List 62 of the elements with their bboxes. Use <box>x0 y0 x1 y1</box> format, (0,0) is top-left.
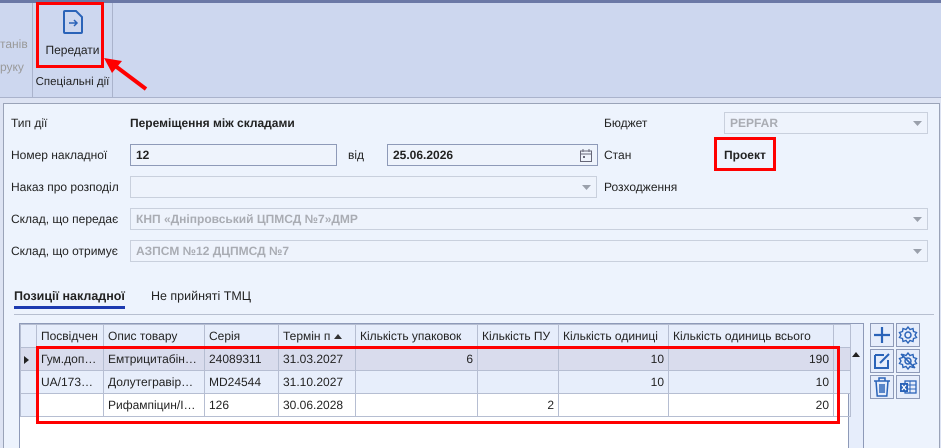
field-label: Склад, що передає <box>11 211 120 228</box>
tab[interactable]: Не прийняті ТМЦ <box>150 283 252 309</box>
date-label: від <box>348 147 366 164</box>
delete-button[interactable] <box>870 375 894 399</box>
row-indicator-icon <box>24 356 29 364</box>
edit-button[interactable] <box>870 349 894 373</box>
invoice-number-field[interactable]: 12 <box>130 144 337 166</box>
status-value: Проект <box>724 147 766 164</box>
date-field[interactable]: 25.06.2026 <box>387 144 598 166</box>
group-label: Спеціальні дії <box>36 74 110 90</box>
settings-icon <box>898 325 918 345</box>
field-label: Розходження <box>604 179 678 196</box>
table-cell: 10 <box>558 348 668 370</box>
table-cell: MD24544 <box>204 370 278 394</box>
table-cell: Рифампіцин/І… <box>104 394 204 416</box>
table-cell: 31.10.2027 <box>278 370 356 394</box>
settings-button[interactable] <box>896 323 920 347</box>
scrollbar[interactable] <box>849 323 864 448</box>
field-label: Стан <box>604 147 632 164</box>
add-icon <box>872 325 892 345</box>
field-label: Тип дії <box>11 115 48 132</box>
document-arrow-icon <box>62 9 84 35</box>
table-cell: Емтрицитабін… <box>104 348 204 370</box>
table-cell: Долутегравір… <box>104 370 204 394</box>
column-header[interactable]: Серія <box>204 324 278 348</box>
highlight-frame <box>714 137 776 171</box>
settings-off-button[interactable] <box>896 349 920 373</box>
field-label: Бюджет <box>604 115 648 132</box>
column-header[interactable]: Кількість упаковок <box>356 324 478 348</box>
column-header[interactable]: Посвідчен <box>36 324 104 348</box>
column-header[interactable]: Кількість одиниці <box>558 324 668 348</box>
table-cell: UA/173… <box>36 370 104 394</box>
column-header[interactable]: Опис товару <box>104 324 204 348</box>
table-cell: 126 <box>204 394 278 416</box>
table-cell: 10 <box>558 370 668 394</box>
scroll-up-arrow-icon[interactable] <box>852 352 860 357</box>
spreadsheet-button[interactable] <box>896 375 920 399</box>
ribbon-label: руку <box>0 59 25 76</box>
transfer-button[interactable]: Передати <box>44 3 102 59</box>
table-cell: 190 <box>668 348 834 370</box>
field-label: Номер накладної <box>11 147 108 164</box>
edit-icon <box>872 351 892 371</box>
field-label: Наказ про розподіл <box>11 179 120 196</box>
delete-icon <box>872 377 892 397</box>
operation-type-value: Переміщення між складами <box>130 115 295 132</box>
table-cell: 30.06.2028 <box>278 394 356 416</box>
table-cell: 24089311 <box>204 348 278 370</box>
tab[interactable]: Позиції накладної <box>14 283 125 309</box>
table-cell: 6 <box>356 348 478 370</box>
column-header[interactable]: Кількість ПУ <box>478 324 558 348</box>
table-cell: 31.03.2027 <box>278 348 356 370</box>
settings-off-icon <box>898 351 918 371</box>
column-header[interactable]: Термін п <box>278 324 356 348</box>
table-cell: 20 <box>668 394 834 416</box>
field-label: Склад, що отримує <box>11 243 119 260</box>
add-button[interactable] <box>870 323 894 347</box>
table-cell: 10 <box>668 370 834 394</box>
ribbon-label: танів <box>0 36 29 53</box>
calendar-icon[interactable] <box>580 148 592 162</box>
highlight-frame <box>36 2 104 68</box>
table-cell: 2 <box>478 394 558 416</box>
column-header[interactable]: Кількість одиниць всього <box>668 324 834 348</box>
